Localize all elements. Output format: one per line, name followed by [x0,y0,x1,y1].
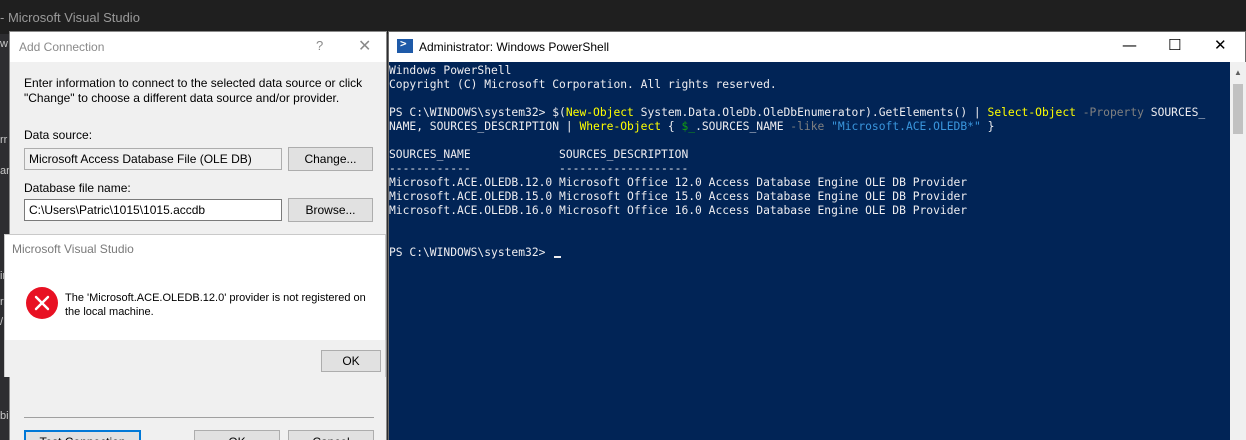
table-rule: ------------ ------------------- [389,162,689,175]
scrollbar-thumb[interactable] [1233,84,1243,134]
console-line: Windows PowerShell [389,64,512,77]
console-line: Copyright (C) Microsoft Corporation. All… [389,78,777,91]
powershell-title: Administrator: Windows PowerShell [419,40,610,54]
command-text: .SOURCES_NAME [695,120,791,133]
change-button[interactable]: Change... [288,147,373,171]
cmdlet-select-object: Select-Object [987,106,1076,119]
cancel-button[interactable]: Cancel [288,430,374,440]
cmdlet-new-object: New-Object [565,106,634,119]
database-file-input[interactable]: C:\Users\Patric\1015\1015.accdb [24,199,282,221]
final-prompt-line: PS C:\WINDOWS\system32> [389,246,1230,260]
command-text: } [980,120,995,133]
vertical-scrollbar[interactable]: ▲ [1230,62,1246,440]
ok-button[interactable]: OK [194,430,280,440]
table-header: SOURCES_NAME SOURCES_DESCRIPTION [389,148,689,161]
test-connection-button[interactable]: Test Connection [24,430,141,440]
parameter: -Property [1075,106,1144,119]
dialog-title: Add Connection [19,40,105,54]
command-line-continued: NAME, SOURCES_DESCRIPTION | Where-Object… [389,120,1230,134]
command-text: SOURCES_ [1143,106,1206,119]
vs-edge-text: bi [0,410,9,422]
variable: $_ [681,120,696,133]
data-source-field: Microsoft Access Database File (OLE DB) [24,148,282,170]
table-row: Microsoft.ACE.OLEDB.15.0 Microsoft Offic… [389,190,968,203]
string-literal: "Microsoft.ACE.OLEDB*" [831,120,981,133]
command-text: System.Data.OleDb.OleDbEnumerator).GetEl… [633,106,988,119]
command-text: NAME, SOURCES_DESCRIPTION | [389,120,580,133]
error-message-box: Microsoft Visual Studio The 'Microsoft.A… [4,234,386,377]
command-text: $( [552,106,566,119]
command-text: { [661,120,682,133]
vs-edge-text: w [0,38,8,50]
vs-edge-text: / [0,316,4,328]
database-file-label: Database file name: [24,181,131,195]
data-source-label: Data source: [24,128,93,142]
close-button[interactable]: ✕ [1214,36,1227,54]
separator [24,417,374,418]
vs-edge-text: rr [0,134,8,146]
scroll-up-icon[interactable]: ▲ [1234,68,1242,77]
powershell-titlebar[interactable]: > Administrator: Windows PowerShell — ☐ … [389,32,1245,62]
minimize-button[interactable]: — [1122,36,1137,54]
prompt: PS C:\WINDOWS\system32> [389,106,553,119]
message-box-title: Microsoft Visual Studio [12,242,134,256]
message-box-titlebar[interactable]: Microsoft Visual Studio [5,235,385,261]
close-button[interactable]: ✕ [358,36,371,56]
text-cursor [554,256,562,258]
prompt: PS C:\WINDOWS\system32> [389,246,553,259]
vs-window-title: - Microsoft Visual Studio [0,10,140,25]
table-row: Microsoft.ACE.OLEDB.12.0 Microsoft Offic… [389,176,968,189]
dialog-titlebar[interactable]: Add Connection ? ✕ [10,32,386,62]
intro-text: Enter information to connect to the sele… [24,76,363,105]
help-button[interactable]: ? [316,38,323,53]
command-line: PS C:\WINDOWS\system32> $(New-Object Sys… [389,106,1230,120]
powershell-icon: > [397,37,413,53]
operator: -like [790,120,825,133]
browse-button[interactable]: Browse... [288,198,373,222]
maximize-button[interactable]: ☐ [1168,36,1181,54]
message-box-footer: OK [5,340,385,377]
vs-titlebar: - Microsoft Visual Studio [0,0,1246,34]
error-icon [26,287,58,319]
error-ok-button[interactable]: OK [321,350,381,372]
console-output[interactable]: Windows PowerShell Copyright (C) Microso… [389,62,1230,440]
cmdlet-where-object: Where-Object [579,120,662,133]
powershell-window: > Administrator: Windows PowerShell — ☐ … [388,31,1246,440]
table-row: Microsoft.ACE.OLEDB.16.0 Microsoft Offic… [389,204,968,217]
error-message: The 'Microsoft.ACE.OLEDB.12.0' provider … [65,292,366,318]
